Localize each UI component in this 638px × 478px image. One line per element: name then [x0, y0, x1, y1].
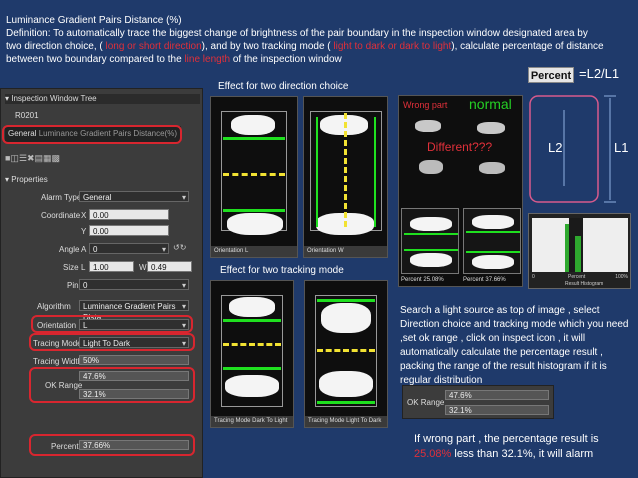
properties-header[interactable]: ▾ Properties [5, 175, 48, 184]
tree-header[interactable]: ▾ Inspection Window Tree [5, 94, 200, 104]
normal-percent: Percent 37.66% [463, 277, 506, 283]
angle-label: Angle [59, 245, 80, 254]
wrong-part-label: Wrong part [403, 100, 448, 110]
histogram-axis: 0 Percent 100% [532, 274, 628, 280]
caption-value: Light To Dark [346, 418, 382, 424]
x-label: X [81, 211, 87, 220]
tracking-image-dark-to-light: Tracing Mode Dark To Light [210, 280, 294, 428]
tree-root[interactable]: R0201 [15, 111, 39, 120]
ok-range-box-high[interactable]: 47.6% [445, 390, 549, 400]
x-field[interactable]: 0.00 [89, 209, 169, 220]
coordinate-label: Coordinate [41, 211, 81, 220]
highlight-tracing-mode [29, 333, 195, 351]
alarm-type-select[interactable]: General [79, 191, 189, 203]
tracing-width-label: Tracing Width [33, 357, 83, 366]
comparison-image: Wrong part normal Different??? Percent 2… [398, 95, 523, 287]
l-field[interactable]: 1.00 [89, 261, 134, 272]
tracking-image-light-to-dark: Tracing Mode Light To Dark [304, 280, 388, 428]
ok-range-box-low[interactable]: 32.1% [445, 405, 549, 415]
pin-label: Pin [67, 281, 79, 290]
pin-select[interactable]: 0 [79, 279, 189, 291]
property-panel: ▾ Inspection Window Tree R0201 General L… [0, 88, 203, 478]
y-label: Y [81, 227, 87, 236]
formula-text: =L2/L1 [579, 66, 620, 81]
alarm-text: If wrong part , the percentage result is… [414, 433, 599, 460]
direction-image-w: Orientation W [303, 96, 388, 258]
highlight-ok-range [29, 367, 195, 403]
ok-range-box: OK Range 47.6% 32.1% [402, 385, 554, 419]
rotate-icon[interactable]: ↺↻ [173, 243, 186, 252]
caption-label: Tracing Mode [214, 418, 251, 424]
ok-range-box-label: OK Range [407, 398, 445, 407]
caption-label: Tracing Mode [308, 418, 345, 424]
tracking-title: Effect for two tracking mode [220, 265, 344, 276]
direction-image-l: Orientation L [210, 96, 298, 258]
highlight-orientation [31, 315, 193, 333]
l-label: L [81, 263, 86, 272]
tracing-width-bar[interactable]: 50% [79, 355, 189, 365]
size-label: Size [63, 263, 79, 272]
caption-label: Orientation [307, 248, 337, 254]
algorithm-select[interactable]: Luminance Gradient Pairs Dista [79, 300, 189, 322]
page-title: Luminance Gradient Pairs Distance (%) [6, 15, 182, 26]
y-field[interactable]: 0.00 [89, 225, 169, 236]
toolbar-icons[interactable]: ■◫☰✖▤▦▩ [5, 153, 60, 164]
highlight-percent [29, 434, 195, 456]
percent-badge: Percent [528, 67, 574, 83]
algorithm-label: Algorithm [37, 302, 71, 311]
instructions-text: Search a light source as top of image , … [400, 305, 629, 386]
histogram-caption: Result Histogram [565, 281, 604, 287]
caption-value: W [338, 248, 344, 254]
different-label: Different??? [427, 140, 493, 154]
wrong-percent: Percent 25.08% [401, 277, 444, 283]
result-histogram: 0 Percent 100% Result Histogram [528, 213, 631, 289]
l2-label: L2 [548, 140, 563, 155]
a-label: A [81, 245, 87, 254]
alarm-type-label: Alarm Type [41, 193, 82, 202]
definition-text: Definition: To automatically trace the b… [6, 28, 604, 65]
caption-label: Orientation [214, 248, 244, 254]
w-label: W [139, 263, 147, 272]
highlight-tree-item [2, 125, 182, 144]
caption-value: Dark To Light [252, 418, 288, 424]
l1-label: L1 [614, 140, 629, 155]
direction-title: Effect for two direction choice [218, 81, 349, 92]
angle-select[interactable]: 0 [89, 243, 169, 255]
caption-value: L [245, 248, 249, 254]
w-field[interactable]: 0.49 [147, 261, 192, 272]
normal-label: normal [469, 96, 512, 112]
